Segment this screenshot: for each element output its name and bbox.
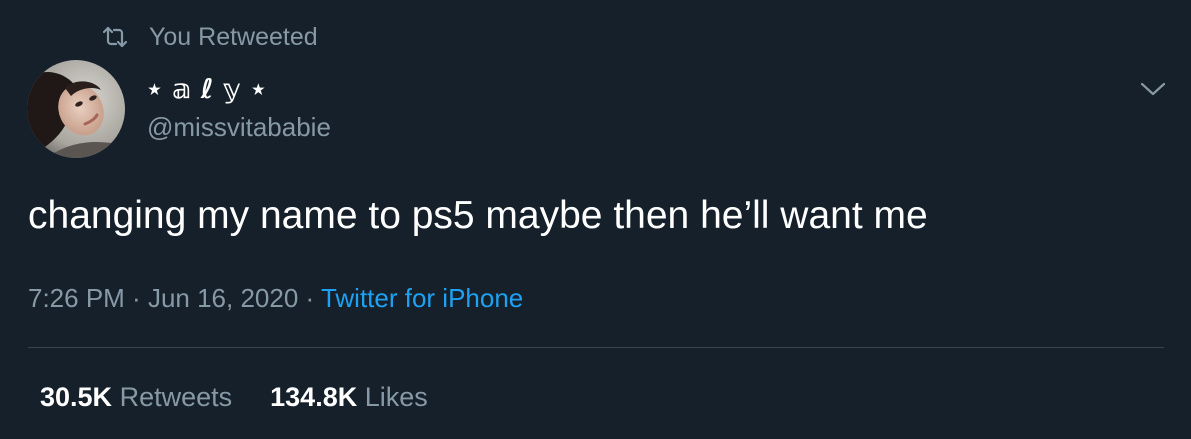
tweet-meta: 7:26 PM · Jun 16, 2020 · Twitter for iPh… bbox=[28, 283, 523, 314]
retweet-icon bbox=[103, 26, 127, 48]
author-display-name[interactable]: ⋆ 𝕒 ℓ 𝕪 ⋆ bbox=[146, 74, 267, 105]
tweet-card: You Retweeted ⋆ 𝕒 ℓ 𝕪 ⋆ @missvitababie c… bbox=[0, 0, 1191, 439]
likes-count: 134.8K bbox=[270, 382, 358, 412]
divider bbox=[28, 347, 1164, 348]
tweet-stats: 30.5K Retweets 134.8K Likes bbox=[40, 382, 428, 413]
chevron-down-icon[interactable] bbox=[1138, 74, 1168, 104]
avatar[interactable] bbox=[27, 60, 125, 158]
meta-separator: · bbox=[298, 283, 321, 313]
retweets-label: Retweets bbox=[119, 382, 233, 412]
tweet-text: changing my name to ps5 maybe then he’ll… bbox=[28, 194, 928, 237]
likes-label: Likes bbox=[364, 382, 428, 412]
tweet-date[interactable]: Jun 16, 2020 bbox=[148, 283, 298, 313]
retweets-count: 30.5K bbox=[40, 382, 113, 412]
tweet-source-link[interactable]: Twitter for iPhone bbox=[321, 283, 523, 313]
tweet-time[interactable]: 7:26 PM bbox=[28, 283, 125, 313]
retweets-stat[interactable]: 30.5K Retweets bbox=[40, 382, 232, 412]
likes-stat[interactable]: 134.8K Likes bbox=[270, 382, 428, 412]
retweet-context: You Retweeted bbox=[103, 22, 318, 52]
retweet-label: You Retweeted bbox=[149, 22, 318, 51]
author-handle[interactable]: @missvitababie bbox=[147, 112, 331, 143]
meta-separator: · bbox=[124, 283, 148, 313]
